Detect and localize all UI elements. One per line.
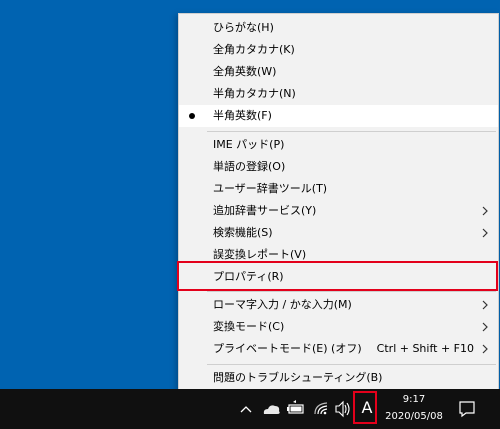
chevron-right-icon [482,206,488,216]
menu-item-search[interactable]: 検索機能(S) [179,222,498,244]
menu-item-properties[interactable]: プロパティ(R) [179,266,498,288]
notification-icon[interactable] [448,389,486,429]
menu-separator [207,131,496,132]
menu-separator [207,291,496,292]
chevron-right-icon [482,344,488,354]
chevron-up-icon[interactable] [238,389,254,429]
menu-item-hiragana[interactable]: ひらがな(H) [179,17,498,39]
menu-item-error-report[interactable]: 誤変換レポート(V) [179,244,498,266]
menu-item-label: プライベートモード(E) (オフ) [213,342,362,355]
menu-item-label: 全角カタカナ(K) [213,43,295,56]
menu-item-label: 単語の登録(O) [213,160,286,173]
menu-item-label: IME パッド(P) [213,138,285,151]
menu-item-ime-pad[interactable]: IME パッド(P) [179,134,498,156]
taskbar-clock[interactable]: 9:17 2020/05/08 [381,391,447,425]
menu-item-label: 検索機能(S) [213,226,273,239]
menu-item-label: ユーザー辞書ツール(T) [213,182,328,195]
menu-item-conversion-mode[interactable]: 変換モード(C) [179,316,498,338]
menu-item-shortcut: Ctrl + Shift + F10 [376,342,474,355]
menu-item-label: プロパティ(R) [213,270,284,283]
clock-date: 2020/05/08 [385,411,443,422]
menu-item-label: 変換モード(C) [213,320,285,333]
chevron-right-icon [482,322,488,332]
menu-item-hankaku-eisu[interactable]: 半角英数(F) [179,105,498,127]
menu-item-word-register[interactable]: 単語の登録(O) [179,156,498,178]
onedrive-icon[interactable] [260,389,282,429]
menu-item-label: 追加辞書サービス(Y) [213,204,317,217]
menu-item-label: ローマ字入力 / かな入力(M) [213,298,352,311]
menu-item-hankaku-katakana[interactable]: 半角カタカナ(N) [179,83,498,105]
radio-dot-icon [189,113,195,119]
menu-separator [207,364,496,365]
menu-item-private-mode[interactable]: プライベートモード(E) (オフ) Ctrl + Shift + F10 [179,338,498,360]
speaker-icon[interactable] [333,389,353,429]
menu-item-label: 誤変換レポート(V) [213,248,307,261]
clock-time: 9:17 [402,394,426,405]
menu-item-zenkaku-katakana[interactable]: 全角カタカナ(K) [179,39,498,61]
highlight-box-ime-indicator [353,391,377,424]
menu-item-label: ひらがな(H) [213,21,274,34]
menu-item-label: 問題のトラブルシューティング(B) [213,371,383,384]
menu-item-zenkaku-eisu[interactable]: 全角英数(W) [179,61,498,83]
battery-icon[interactable] [285,389,307,429]
menu-item-label: 半角英数(F) [213,109,272,122]
ime-context-menu: ひらがな(H) 全角カタカナ(K) 全角英数(W) 半角カタカナ(N) 半角英数… [178,13,499,391]
menu-item-user-dictionary[interactable]: ユーザー辞書ツール(T) [179,178,498,200]
menu-item-additional-dictionary[interactable]: 追加辞書サービス(Y) [179,200,498,222]
menu-item-romaji-kana-input[interactable]: ローマ字入力 / かな入力(M) [179,294,498,316]
menu-item-label: 全角英数(W) [213,65,277,78]
menu-item-label: 半角カタカナ(N) [213,87,296,100]
menu-item-troubleshooting[interactable]: 問題のトラブルシューティング(B) [179,367,498,389]
checked-indicator [179,105,205,127]
chevron-right-icon [482,228,488,238]
wifi-icon[interactable] [311,389,331,429]
chevron-right-icon [482,300,488,310]
